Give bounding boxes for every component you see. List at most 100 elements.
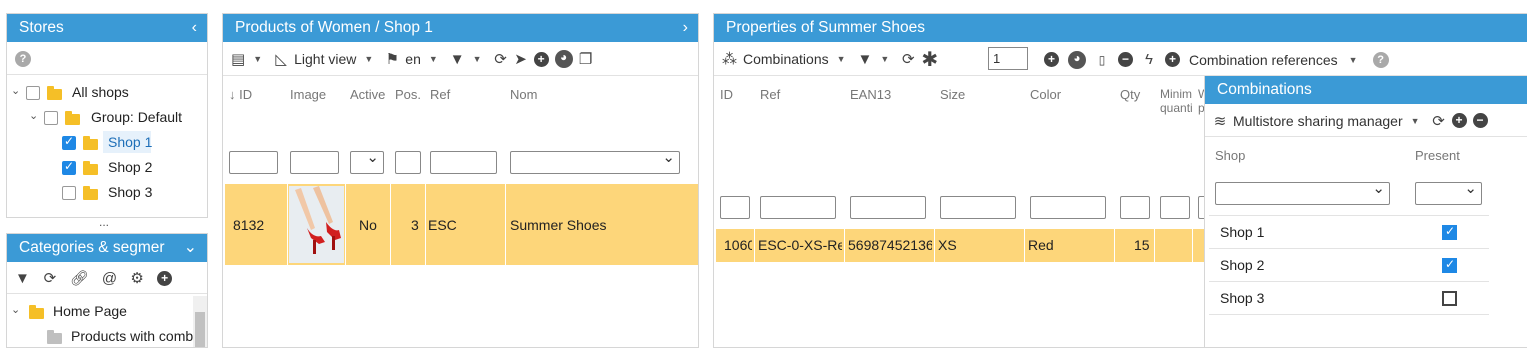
column-header-pos[interactable]: Pos.	[395, 87, 421, 102]
csv-file-icon[interactable]: ▯	[1095, 53, 1109, 67]
properties-header[interactable]: Properties of Summer Shoes	[714, 14, 1527, 42]
column-header-size[interactable]: Size	[940, 87, 965, 102]
present-filter-select[interactable]	[1415, 179, 1482, 205]
help-icon[interactable]: ?	[1372, 51, 1389, 68]
multistore-manager-selector[interactable]: Multistore sharing manager	[1233, 113, 1403, 129]
ghost-icon[interactable]: ◕	[554, 50, 573, 68]
column-header-ref[interactable]: Ref	[430, 87, 450, 102]
chevron-down-icon[interactable]: ▼	[429, 54, 438, 64]
scrollbar-thumb[interactable]	[195, 312, 205, 347]
color-filter-input[interactable]	[1030, 196, 1106, 219]
chevron-right-icon[interactable]: ›	[683, 14, 688, 42]
shop-3-checkbox[interactable]	[62, 186, 76, 200]
chevron-down-icon[interactable]: ▼	[880, 54, 889, 64]
link-icon[interactable]: 🔗︎	[70, 269, 89, 287]
column-header-image[interactable]: Image	[290, 87, 326, 102]
add-icon[interactable]: +	[533, 51, 549, 67]
shop-1-checkbox[interactable]	[62, 134, 76, 150]
column-header-qty[interactable]: Qty	[1120, 87, 1140, 102]
add-icon[interactable]: +	[1165, 52, 1180, 67]
column-header-id[interactable]: ID	[720, 87, 733, 102]
columns-icon[interactable]: ▤	[231, 50, 245, 68]
tree-group-default[interactable]: Group: Default	[91, 109, 182, 125]
chevron-down-icon[interactable]: ▼	[837, 54, 846, 64]
splitter-handle[interactable]: ...	[99, 215, 109, 229]
ref-filter-input[interactable]	[430, 151, 497, 174]
id-filter-input[interactable]	[720, 196, 750, 219]
help-icon[interactable]: ?	[15, 50, 31, 67]
column-header-nom[interactable]: Nom	[510, 87, 537, 102]
column-header-active[interactable]: Active	[350, 87, 385, 102]
present-shop-1-checkbox[interactable]	[1442, 224, 1457, 240]
qty-filter-input[interactable]	[1120, 196, 1150, 219]
expand-group-icon[interactable]: ⌄	[29, 109, 38, 122]
all-shops-checkbox[interactable]	[26, 86, 40, 100]
chevron-down-icon[interactable]: ▼	[253, 54, 262, 64]
size-filter-input[interactable]	[940, 196, 1016, 219]
language-selector[interactable]: en	[405, 51, 421, 67]
cursor-icon[interactable]: ➤	[514, 50, 528, 68]
name-filter-select[interactable]	[510, 148, 680, 174]
ghost-icon[interactable]: ◕	[1068, 50, 1086, 69]
refresh-icon[interactable]: ⟳	[901, 50, 915, 68]
group-checkbox[interactable]	[44, 111, 58, 125]
gear-icon[interactable]: ⚙	[130, 269, 144, 287]
asterisk-icon[interactable]: ✱	[921, 47, 938, 72]
table-row[interactable]: 8132 No 3 ESC Summer Shoes	[225, 184, 698, 265]
shop-2-checkbox[interactable]	[62, 159, 76, 175]
remove-icon[interactable]: −	[1118, 52, 1133, 67]
pos-filter-input[interactable]	[395, 151, 421, 174]
tree-shop-2[interactable]: Shop 2	[108, 159, 152, 175]
refresh-icon[interactable]: ⟳	[1432, 112, 1446, 130]
quantity-input[interactable]: 1	[988, 47, 1028, 70]
collapse-left-icon[interactable]: ‹	[192, 14, 197, 42]
tree-products-with-combi[interactable]: Products with combi	[71, 328, 196, 344]
combination-references-selector[interactable]: Combination references	[1189, 52, 1338, 68]
present-shop-2-checkbox[interactable]	[1442, 257, 1457, 273]
categories-header[interactable]: Categories & segmer ⌄	[7, 234, 207, 262]
active-filter-select[interactable]	[350, 148, 384, 174]
present-shop-3-checkbox[interactable]	[1442, 291, 1457, 306]
add-icon[interactable]: +	[157, 270, 173, 286]
column-header-present[interactable]: Present	[1415, 148, 1460, 163]
combinations-selector[interactable]: Combinations	[743, 51, 829, 67]
chevron-down-icon[interactable]: ▼	[1411, 116, 1420, 126]
view-selector[interactable]: Light view	[294, 51, 356, 67]
image-filter-input[interactable]	[290, 151, 339, 174]
chevron-down-icon[interactable]: ▼	[1349, 55, 1358, 65]
column-header-min-qty[interactable]: Minim quanti	[1160, 87, 1196, 115]
refresh-icon[interactable]: ⟳	[43, 269, 57, 287]
combinations-header[interactable]: Combinations	[1205, 76, 1527, 104]
remove-icon[interactable]: −	[1472, 113, 1488, 128]
column-header-shop[interactable]: Shop	[1215, 148, 1245, 163]
id-filter-input[interactable]	[229, 151, 278, 174]
products-header[interactable]: Products of Women / Shop 1 ›	[223, 14, 698, 42]
column-header-ean13[interactable]: EAN13	[850, 87, 891, 102]
refresh-icon[interactable]: ⟳	[494, 50, 508, 68]
column-header-ref[interactable]: Ref	[760, 87, 780, 102]
filter-icon[interactable]: ▼	[858, 51, 873, 68]
expand-all-shops-icon[interactable]: ⌄	[11, 84, 20, 97]
expand-home-icon[interactable]: ⌄	[11, 303, 20, 316]
copy-icon[interactable]: ❐	[579, 50, 593, 68]
tree-home-page[interactable]: Home Page	[53, 303, 127, 319]
tree-shop-1[interactable]: Shop 1	[108, 134, 152, 150]
column-header-color[interactable]: Color	[1030, 87, 1061, 102]
chevron-down-icon[interactable]: ▼	[473, 54, 482, 64]
scrollbar[interactable]	[193, 296, 207, 347]
stores-header[interactable]: Stores ‹	[7, 14, 207, 42]
at-icon[interactable]: @	[102, 270, 117, 287]
table-row[interactable]: 1060 ESC-0-XS-Re 56987452136 XS Red 15	[716, 229, 1208, 262]
filter-icon[interactable]: ▼	[15, 270, 30, 287]
filter-icon[interactable]: ▼	[450, 51, 465, 68]
shop-filter-select[interactable]	[1215, 179, 1390, 205]
column-header-id[interactable]: ↓ ID	[229, 87, 252, 102]
add-icon[interactable]: +	[1044, 52, 1059, 67]
tree-all-shops[interactable]: All shops	[72, 84, 129, 100]
lightning-icon[interactable]: ϟ	[1142, 51, 1156, 68]
ref-filter-input[interactable]	[760, 196, 836, 219]
chevron-down-icon[interactable]: ⌄	[184, 234, 197, 262]
product-image[interactable]	[289, 186, 344, 263]
add-icon[interactable]: +	[1451, 113, 1467, 128]
min-qty-filter-input[interactable]	[1160, 196, 1190, 219]
